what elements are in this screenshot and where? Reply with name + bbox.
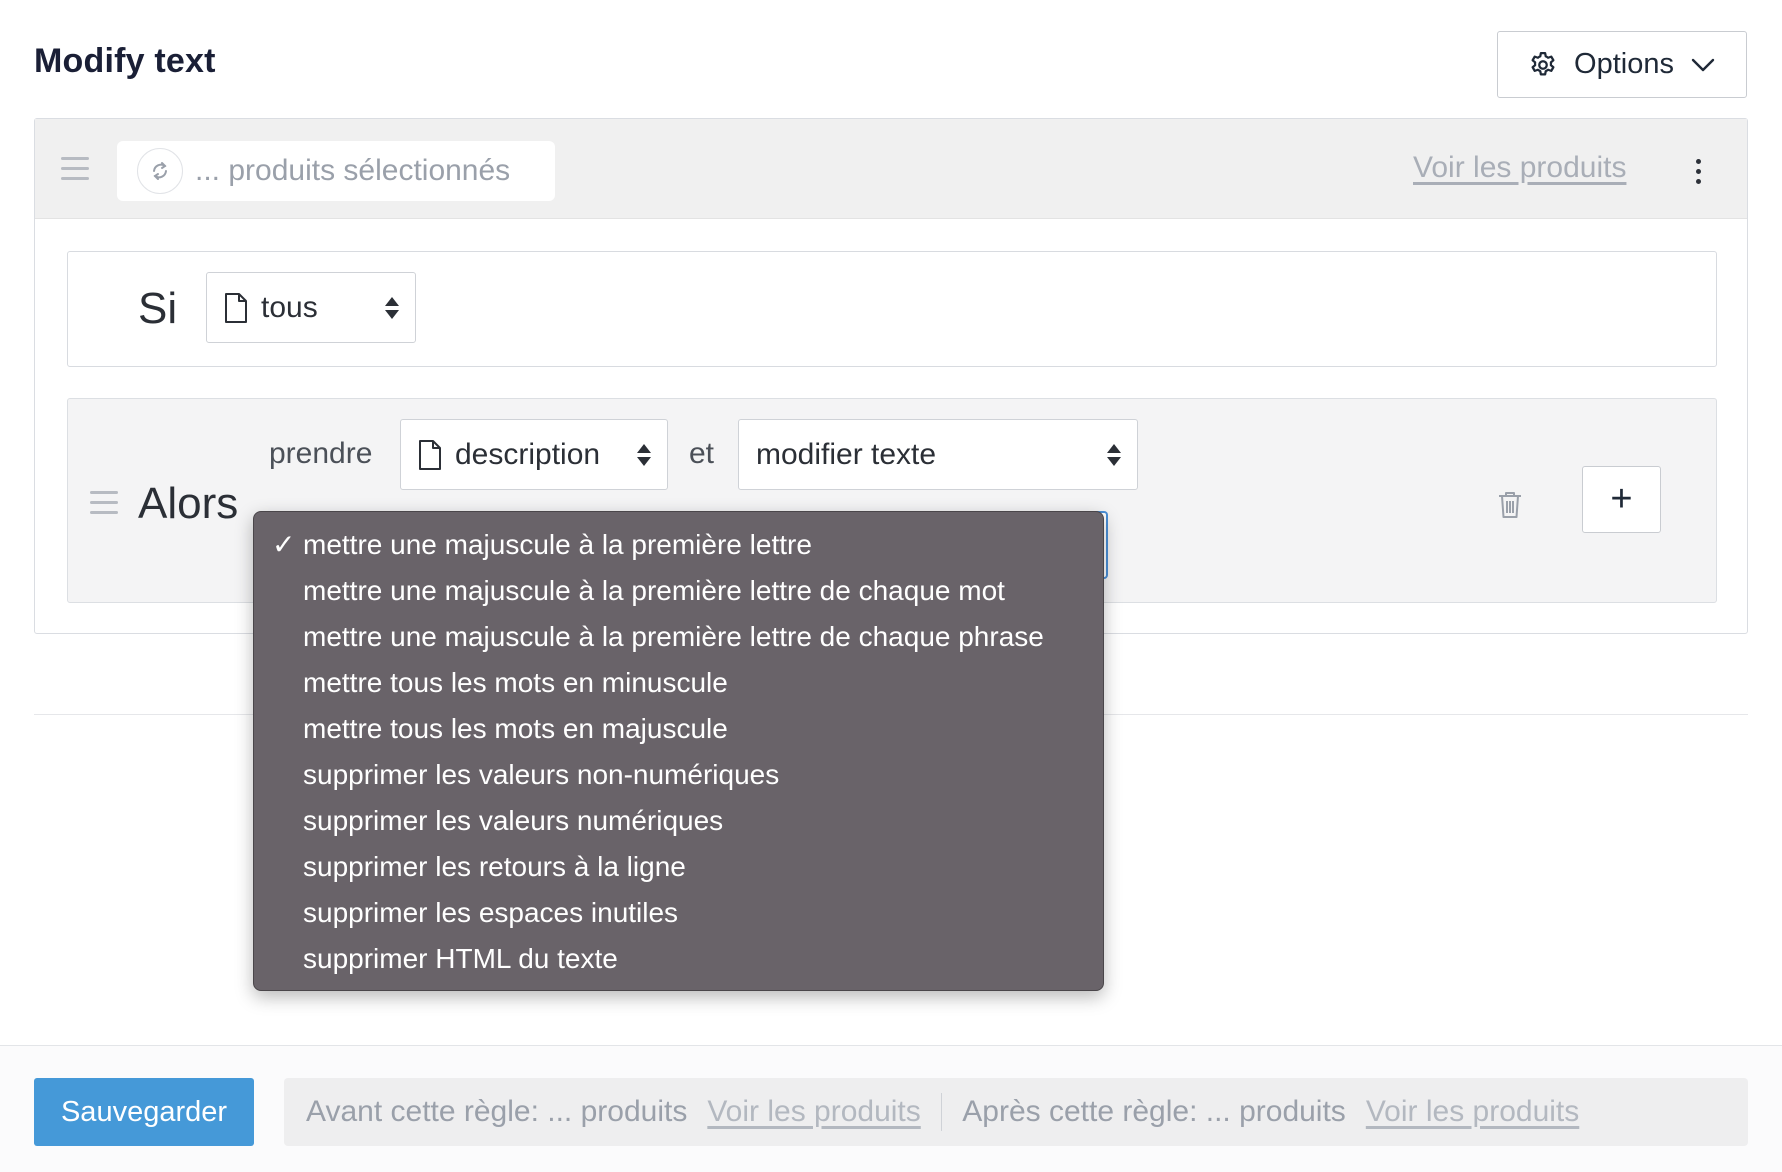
after-view-products-link[interactable]: Voir les produits (1366, 1095, 1579, 1129)
selected-products-pill: ... produits sélectionnés (117, 141, 555, 201)
dropdown-option[interactable]: mettre tous les mots en minuscule (254, 660, 1103, 706)
scope-select[interactable]: tous (206, 272, 416, 343)
alors-label: Alors (138, 479, 239, 528)
view-products-link[interactable]: Voir les produits (1413, 151, 1626, 185)
select-arrows-icon (385, 296, 399, 319)
before-view-products-link[interactable]: Voir les produits (707, 1095, 920, 1129)
dropdown-option[interactable]: supprimer les espaces inutiles (254, 890, 1103, 936)
field-select[interactable]: description (400, 419, 668, 490)
rule-summary: Avant cette règle: ... produits Voir les… (284, 1078, 1748, 1146)
dropdown-option[interactable]: supprimer les valeurs non-numériques (254, 752, 1103, 798)
dropdown-option[interactable]: supprimer les retours à la ligne (254, 844, 1103, 890)
drag-handle-icon[interactable] (61, 157, 89, 180)
options-label: Options (1574, 48, 1674, 80)
summary-separator (940, 1093, 943, 1131)
select-arrows-icon (1107, 443, 1121, 466)
after-rule-text: Après cette règle: ... produits (962, 1095, 1346, 1128)
operation-dropdown: ✓ mettre une majuscule à la première let… (253, 511, 1104, 991)
et-label: et (689, 437, 715, 470)
page-title: Modify text (34, 42, 216, 80)
options-button[interactable]: Options (1497, 31, 1747, 98)
more-options-icon[interactable] (1696, 159, 1701, 184)
dropdown-option[interactable]: mettre une majuscule à la première lettr… (254, 568, 1103, 614)
gear-icon (1531, 51, 1555, 75)
document-icon (225, 292, 247, 323)
drag-handle-icon[interactable] (90, 491, 118, 514)
dropdown-option[interactable]: mettre tous les mots en majuscule (254, 706, 1103, 752)
scope-select-value: tous (261, 290, 318, 324)
delete-button[interactable] (1489, 484, 1531, 526)
add-action-button[interactable]: + (1582, 466, 1661, 533)
selected-products-text: ... produits sélectionnés (195, 154, 511, 187)
field-select-value: description (455, 437, 601, 471)
checkmark-icon: ✓ (272, 529, 296, 560)
operation-select-value: modifier texte (756, 437, 937, 471)
document-icon (419, 439, 441, 470)
condition-row: Si tous (67, 251, 1717, 367)
before-rule-text: Avant cette règle: ... produits (306, 1095, 688, 1128)
dropdown-option[interactable]: ✓ mettre une majuscule à la première let… (254, 522, 1103, 568)
dropdown-option[interactable]: supprimer les valeurs numériques (254, 798, 1103, 844)
save-button[interactable]: Sauvegarder (34, 1078, 254, 1146)
rule-card-header: ... produits sélectionnés Voir les produ… (35, 119, 1747, 219)
trash-icon (1499, 492, 1521, 518)
dropdown-option[interactable]: mettre une majuscule à la première lettr… (254, 614, 1103, 660)
select-arrows-icon (637, 443, 651, 466)
operation-select[interactable]: modifier texte (738, 419, 1138, 490)
prendre-label: prendre (269, 437, 373, 470)
si-label: Si (138, 284, 178, 333)
footer-bar: Sauvegarder Avant cette règle: ... produ… (0, 1045, 1782, 1172)
refresh-icon[interactable] (137, 148, 183, 194)
dropdown-option[interactable]: supprimer HTML du texte (254, 936, 1103, 982)
chevron-down-icon (1691, 58, 1715, 71)
